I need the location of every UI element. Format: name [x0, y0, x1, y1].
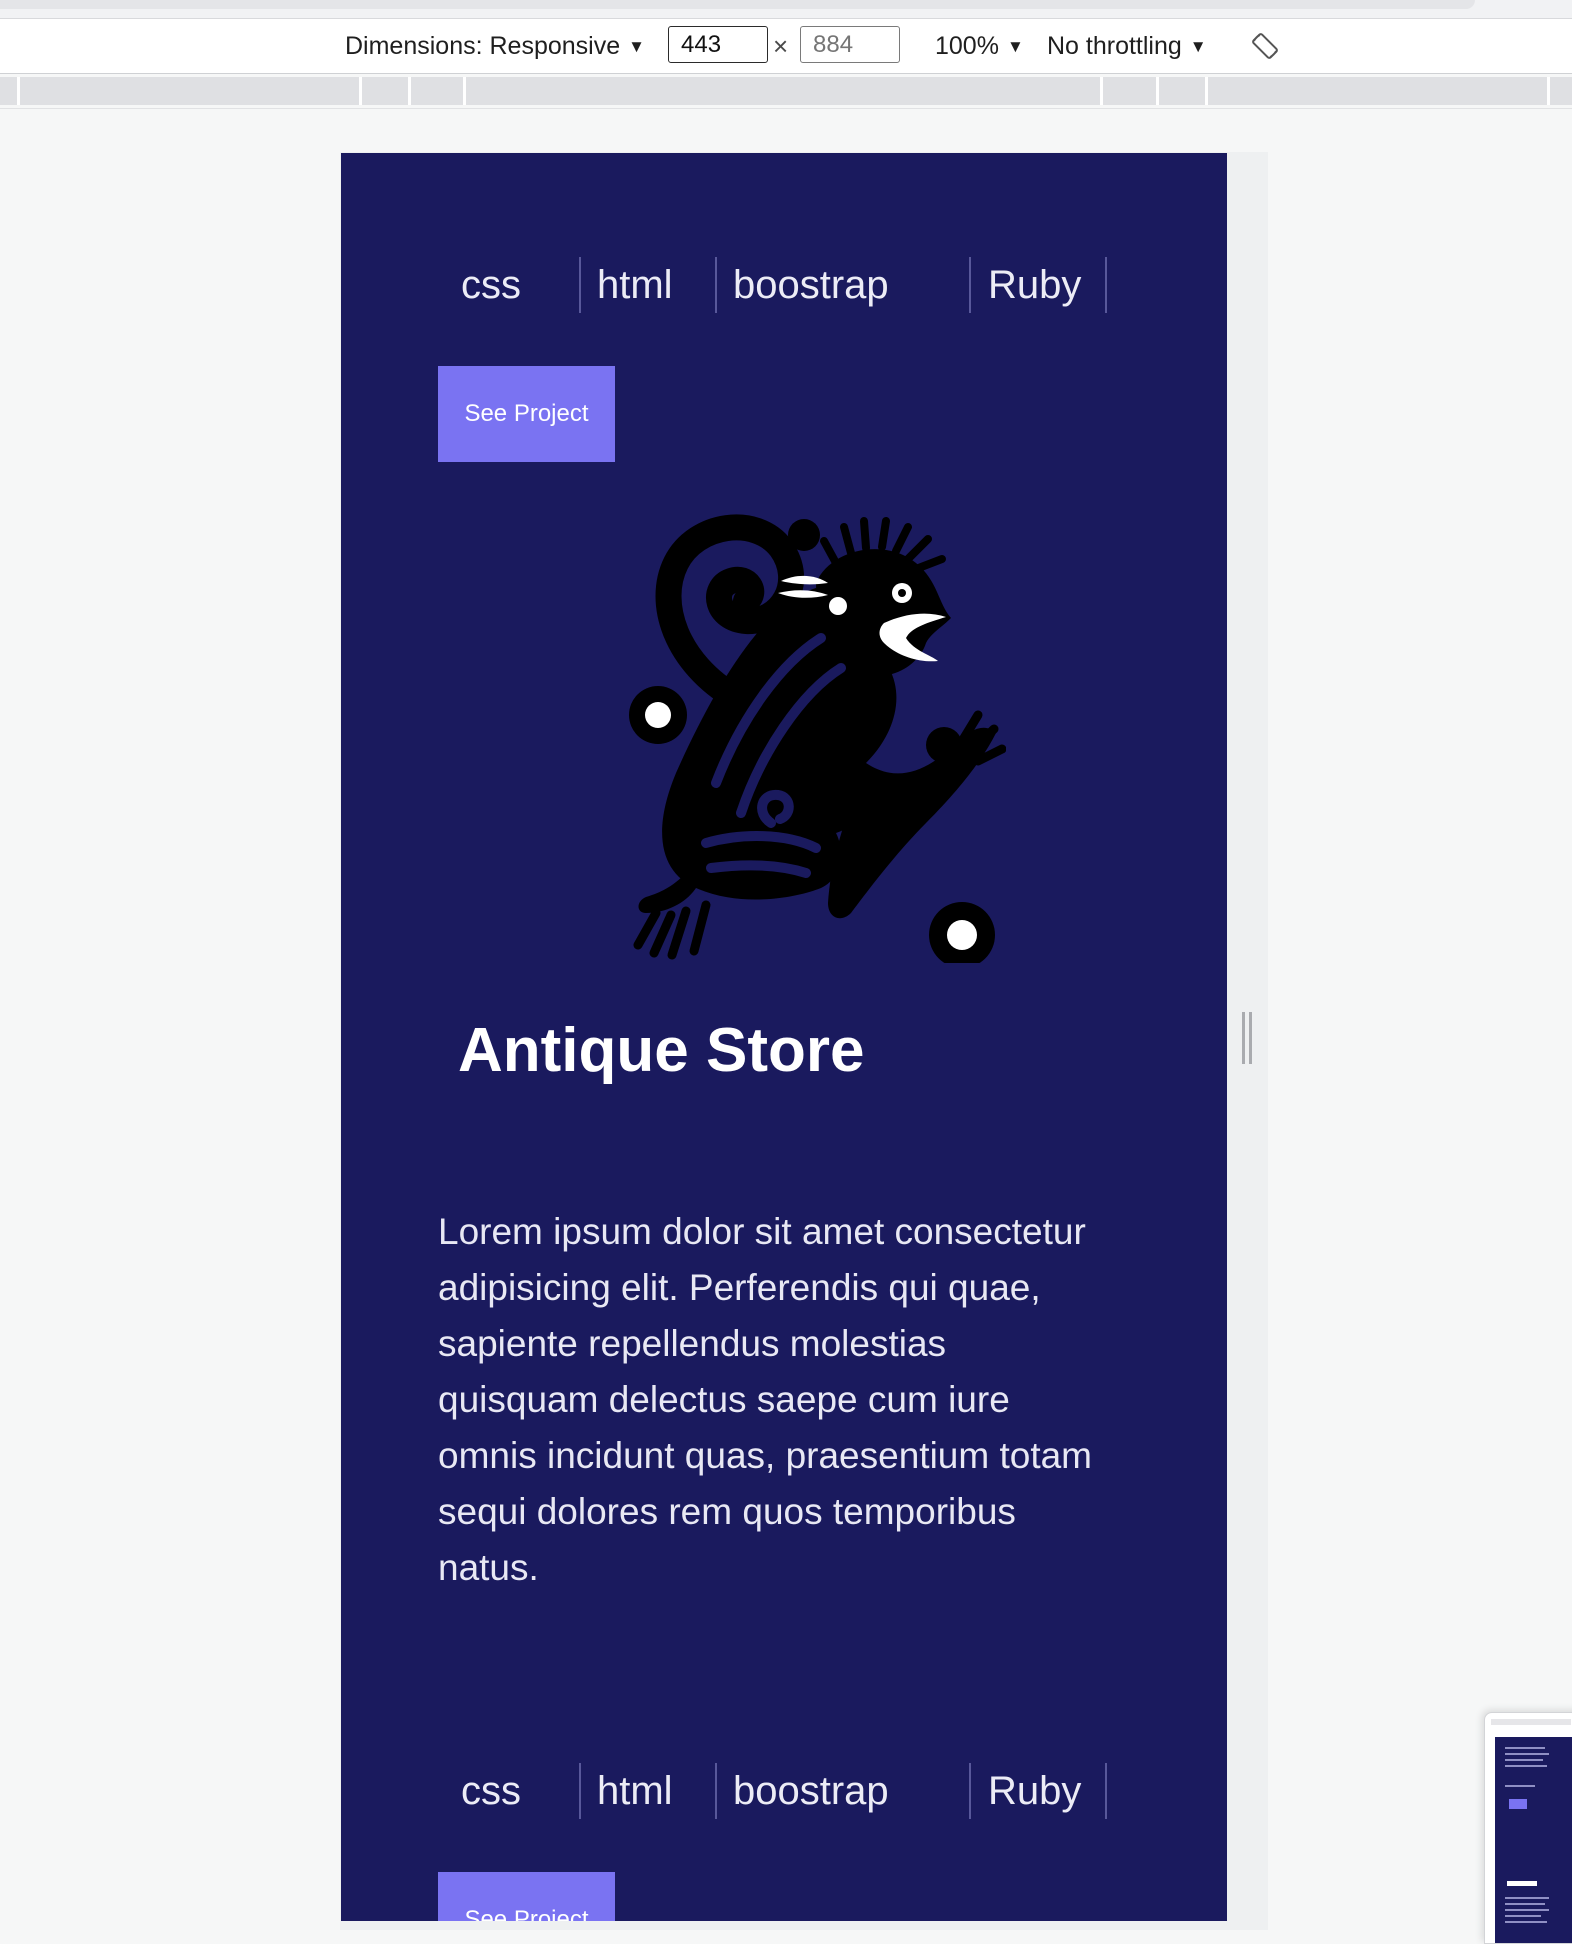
thumbnail-text-line [1505, 1909, 1549, 1911]
tag-divider [715, 257, 717, 313]
media-query-bar [0, 74, 1572, 109]
tag-html: html [597, 263, 673, 307]
ruler-divider [1547, 77, 1550, 105]
browser-tab[interactable] [0, 0, 1475, 9]
tag-list: css html boostrap Ruby [341, 1763, 1227, 1819]
dimensions-label: Dimensions: Responsive [345, 32, 621, 60]
throttling-dropdown[interactable]: No throttling ▼ [1047, 32, 1207, 61]
tag-boostrap: boostrap [733, 263, 889, 307]
tag-divider [715, 1763, 717, 1819]
see-project-button[interactable]: See Project [438, 1872, 615, 1921]
tag-css: css [461, 263, 521, 307]
tribal-monkey-icon [629, 514, 1006, 963]
tag-html: html [597, 1769, 673, 1813]
device-toolbar: Dimensions: Responsive ▼ × 100% ▼ No throt… [0, 19, 1572, 74]
thumbnail-text-line [1505, 1921, 1547, 1923]
thumbnail-title [1507, 1881, 1537, 1886]
zoom-dropdown[interactable]: 100% ▼ [935, 32, 1024, 61]
ruler-divider [359, 77, 362, 105]
ruler-divider [1156, 77, 1159, 105]
tag-divider [579, 257, 581, 313]
thumbnail-text-line [1505, 1753, 1549, 1755]
media-query-segment[interactable] [0, 77, 1572, 105]
tag-divider [1105, 1763, 1107, 1819]
ruler-divider [17, 77, 20, 105]
tag-divider [1105, 257, 1107, 313]
thumbnail-text-line [1505, 1785, 1535, 1787]
tag-ruby: Ruby [988, 1769, 1082, 1813]
project-description: Lorem ipsum dolor sit amet consectetur a… [438, 1211, 1093, 1588]
ruler-divider [1205, 77, 1208, 105]
width-input[interactable] [668, 26, 768, 63]
browser-tab-strip [0, 0, 1572, 19]
tag-ruby: Ruby [988, 263, 1082, 307]
chevron-down-icon: ▼ [1006, 37, 1024, 56]
thumbnail-toolbar [1491, 1719, 1571, 1725]
rotate-icon[interactable] [1250, 31, 1280, 61]
tag-divider [579, 1763, 581, 1819]
chevron-down-icon: ▼ [628, 37, 645, 56]
dimensions-dropdown[interactable]: Dimensions: Responsive ▼ [345, 32, 645, 61]
throttling-label: No throttling [1047, 32, 1182, 60]
thumbnail-text-line [1505, 1903, 1545, 1905]
tag-boostrap: boostrap [733, 1769, 889, 1813]
tag-list: css html boostrap Ruby [341, 257, 1227, 313]
device-viewport: css html boostrap Ruby See Project Antiq… [341, 153, 1227, 1921]
zoom-label: 100% [935, 32, 999, 60]
project-title: Antique Store [458, 1016, 865, 1085]
thumbnail-text-line [1505, 1915, 1541, 1917]
thumbnail-button [1509, 1799, 1527, 1809]
tag-divider [969, 257, 971, 313]
times-icon: × [773, 31, 789, 61]
page-thumbnail[interactable] [1484, 1712, 1572, 1944]
viewport-resize-handle[interactable] [1240, 1012, 1254, 1064]
thumbnail-text-line [1505, 1747, 1545, 1749]
tag-css: css [461, 1769, 521, 1813]
thumbnail-text-line [1505, 1759, 1543, 1761]
thumbnail-text-line [1505, 1765, 1547, 1767]
see-project-button[interactable]: See Project [438, 366, 615, 462]
height-input[interactable] [800, 26, 900, 63]
ruler-divider [463, 77, 466, 105]
thumbnail-viewport [1495, 1737, 1572, 1943]
ruler-divider [408, 77, 411, 105]
chevron-down-icon: ▼ [1189, 37, 1207, 56]
tag-divider [969, 1763, 971, 1819]
ruler-divider [1100, 77, 1103, 105]
thumbnail-text-line [1505, 1897, 1549, 1899]
